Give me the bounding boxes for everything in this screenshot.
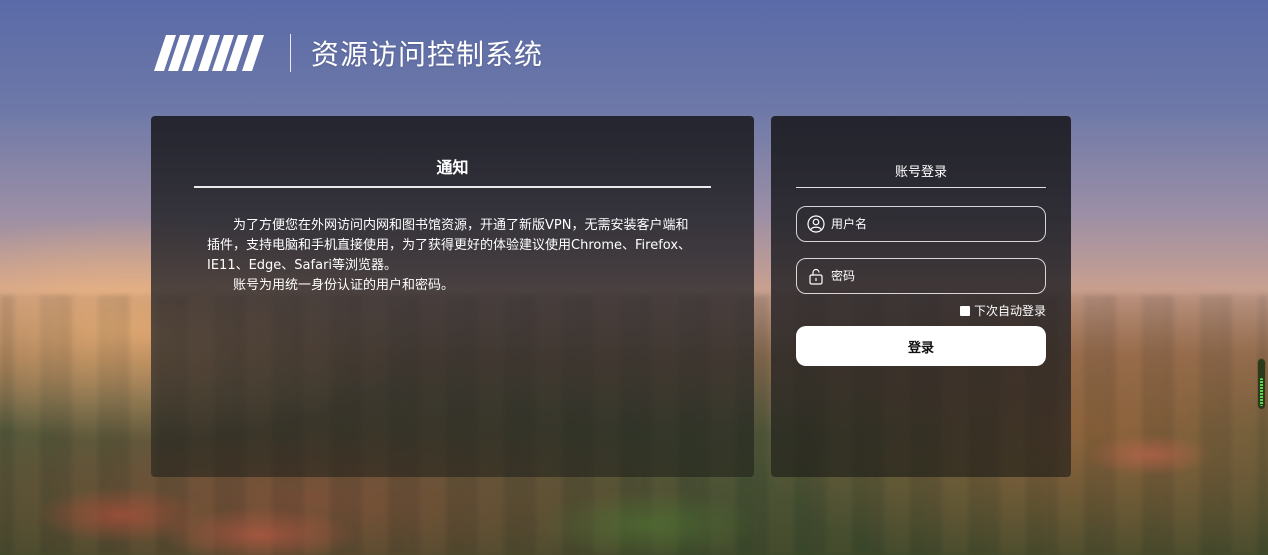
- system-title: 资源访问控制系统: [311, 38, 544, 71]
- login-title: 账号登录: [894, 165, 947, 180]
- notice-body: 为了方便您在外网访问内网和图书馆资源，开通了新版VPN，无需安装客户端和插件，支…: [207, 216, 697, 296]
- password-field[interactable]: [796, 258, 1046, 294]
- login-panel: 账号登录 下次自动登录 登录: [771, 116, 1071, 477]
- lock-icon: [809, 268, 823, 285]
- notice-paragraph: 为了方便您在外网访问内网和图书馆资源，开通了新版VPN，无需安装客户端和插件，支…: [207, 218, 692, 273]
- login-divider: [796, 187, 1046, 188]
- header-divider: [290, 34, 291, 72]
- login-button[interactable]: 登录: [796, 326, 1046, 366]
- side-meter-widget[interactable]: [1257, 358, 1266, 410]
- username-input[interactable]: [831, 209, 1045, 239]
- notice-panel: 通知 为了方便您在外网访问内网和图书馆资源，开通了新版VPN，无需安装客户端和插…: [151, 116, 754, 477]
- remember-label: 下次自动登录: [973, 304, 1046, 318]
- logo: [154, 35, 264, 71]
- notice-title: 通知: [436, 158, 469, 177]
- notice-paragraph: 账号为用统一身份认证的用户和密码。: [233, 278, 455, 293]
- notice-divider: [194, 186, 711, 188]
- password-input[interactable]: [831, 261, 1045, 291]
- username-field[interactable]: [796, 206, 1046, 242]
- side-meter-fill: [1260, 378, 1263, 406]
- remember-checkbox[interactable]: [959, 305, 970, 316]
- user-icon: [807, 215, 825, 233]
- header: 资源访问控制系统: [152, 32, 543, 74]
- remember-me[interactable]: 下次自动登录: [959, 302, 1046, 319]
